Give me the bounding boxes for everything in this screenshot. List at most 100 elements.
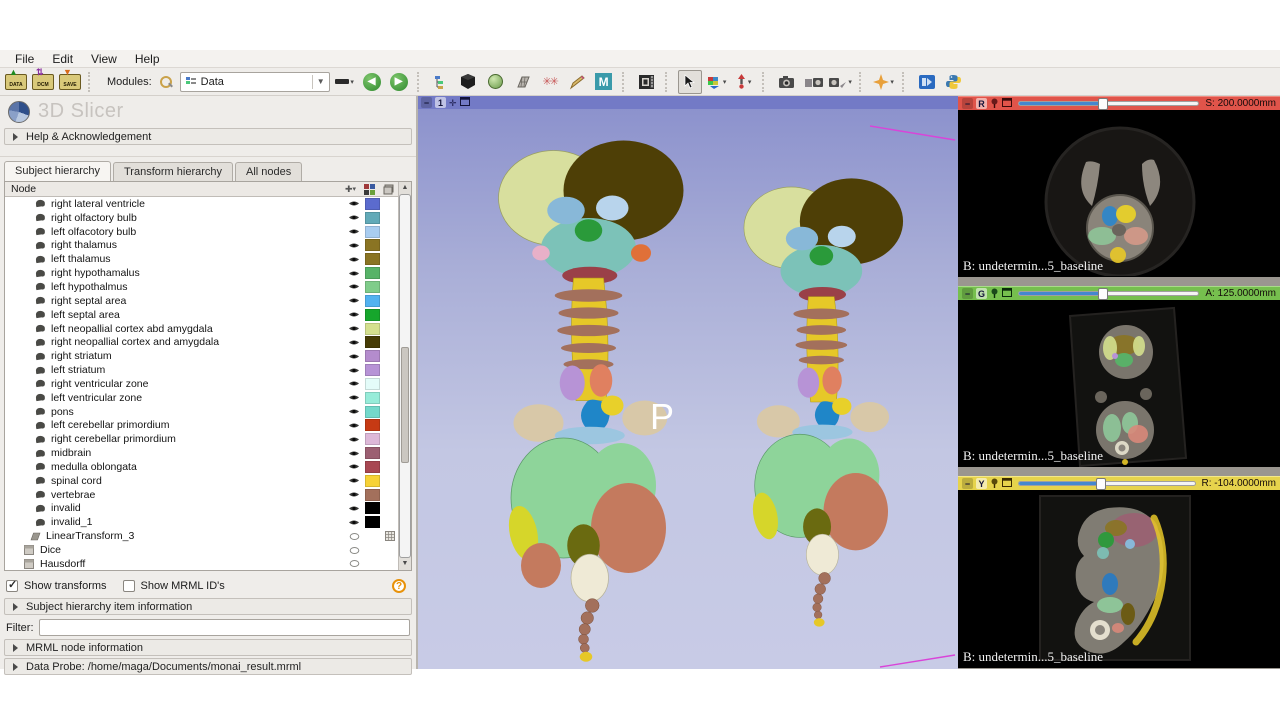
python-console-button[interactable] — [942, 70, 966, 94]
color-swatch[interactable] — [365, 364, 380, 376]
transforms-button[interactable] — [511, 70, 535, 94]
color-swatch[interactable] — [365, 530, 380, 542]
eye-hidden-icon[interactable] — [346, 559, 362, 568]
color-swatch[interactable] — [365, 544, 380, 556]
eye-visible-icon[interactable] — [346, 449, 362, 458]
tree-row[interactable]: pons — [5, 405, 397, 419]
color-swatch[interactable] — [365, 295, 380, 307]
transform-grid-icon[interactable] — [383, 531, 397, 541]
tab-all-nodes[interactable]: All nodes — [235, 162, 302, 181]
collapse-view-button[interactable]: − — [962, 478, 973, 489]
slider-handle[interactable] — [1098, 98, 1108, 110]
subject-hierarchy-button[interactable] — [430, 70, 454, 94]
slider-handle[interactable] — [1096, 478, 1106, 490]
tree-row[interactable]: left hypothalmus — [5, 280, 397, 294]
eye-visible-icon[interactable] — [346, 504, 362, 513]
tree-row[interactable]: left septal area — [5, 308, 397, 322]
yellow-slice-view[interactable]: − Y R: -104.0000mm — [958, 476, 1280, 668]
scroll-down-icon[interactable]: ▼ — [402, 558, 409, 570]
eye-visible-icon[interactable] — [346, 518, 362, 527]
color-swatch[interactable] — [365, 378, 380, 390]
eye-visible-icon[interactable] — [346, 310, 362, 319]
maximize-view-icon[interactable] — [1002, 98, 1012, 109]
eye-visible-icon[interactable] — [346, 393, 362, 402]
menu-help[interactable]: Help — [126, 50, 169, 68]
slice-offset-slider[interactable] — [1018, 291, 1199, 296]
red-slice-view[interactable]: − R S: 200.0000mm — [958, 96, 1280, 277]
color-swatch[interactable] — [365, 502, 380, 514]
scene-view-restore-button[interactable]: ▾ — [829, 70, 853, 94]
tree-row[interactable]: left ventricular zone — [5, 391, 397, 405]
color-swatch[interactable] — [365, 489, 380, 501]
tree-row[interactable]: spinal cord — [5, 474, 397, 488]
dicom-button[interactable]: ⇅DCM — [31, 70, 55, 94]
pin-icon[interactable] — [990, 98, 999, 110]
eye-visible-icon[interactable] — [346, 476, 362, 485]
slice-offset-slider[interactable] — [1018, 101, 1199, 106]
tree-row[interactable]: right cerebellar primordium — [5, 432, 397, 446]
tree-row[interactable]: right lateral ventricle — [5, 197, 397, 211]
insert-node-button[interactable]: ✚▾ — [345, 184, 356, 195]
tree-row[interactable]: left neopallial cortex abd amygdala — [5, 322, 397, 336]
tab-transform-hierarchy[interactable]: Transform hierarchy — [113, 162, 233, 181]
color-swatch[interactable] — [365, 447, 380, 459]
green-slice-view[interactable]: − G A: 125.0000mm — [958, 286, 1280, 467]
tree-row[interactable]: invalid_1 — [5, 515, 397, 529]
eye-visible-icon[interactable] — [346, 282, 362, 291]
red-slice-image[interactable]: B: undetermin...5_baseline — [958, 110, 1280, 277]
embryo-model-left[interactable] — [466, 138, 716, 663]
eye-visible-icon[interactable] — [346, 241, 362, 250]
colors-button[interactable]: ▾ — [705, 70, 729, 94]
scroll-up-icon[interactable]: ▲ — [402, 182, 409, 194]
eye-hidden-icon[interactable] — [346, 532, 362, 541]
show-mrml-ids-checkbox[interactable] — [123, 580, 135, 592]
slice-offset-slider[interactable] — [1018, 481, 1196, 486]
slider-handle[interactable] — [1098, 288, 1108, 300]
eye-visible-icon[interactable] — [346, 352, 362, 361]
eye-visible-icon[interactable] — [346, 338, 362, 347]
color-swatch[interactable] — [365, 461, 380, 473]
markups-button[interactable]: ✳✳ — [538, 70, 562, 94]
color-swatch[interactable] — [365, 558, 380, 570]
color-swatch[interactable] — [365, 516, 380, 528]
data-probe-section[interactable]: Data Probe: /home/maga/Documents/monai_r… — [4, 658, 412, 675]
eye-visible-icon[interactable] — [346, 462, 362, 471]
color-swatch[interactable] — [365, 281, 380, 293]
color-swatch[interactable] — [365, 309, 380, 321]
mouse-mode-button[interactable] — [678, 70, 702, 94]
filter-input[interactable] — [39, 619, 411, 636]
eye-visible-icon[interactable] — [346, 435, 362, 444]
pin-icon[interactable] — [990, 288, 999, 300]
tree-row[interactable]: right septal area — [5, 294, 397, 308]
tree-row[interactable]: left striatum — [5, 363, 397, 377]
eye-visible-icon[interactable] — [346, 269, 362, 278]
pin-icon[interactable]: ✛ — [449, 98, 457, 108]
tree-row[interactable]: right striatum — [5, 349, 397, 363]
color-swatch[interactable] — [365, 212, 380, 224]
eye-visible-icon[interactable] — [346, 407, 362, 416]
tree-row[interactable]: Dice — [5, 543, 397, 557]
tree-row[interactable]: LinearTransform_3 — [5, 529, 397, 543]
color-swatch[interactable] — [365, 323, 380, 335]
annotations-button[interactable] — [565, 70, 589, 94]
tree-row[interactable]: vertebrae — [5, 488, 397, 502]
scrollbar-thumb[interactable] — [401, 347, 409, 463]
color-swatch[interactable] — [365, 226, 380, 238]
show-transforms-checkbox[interactable] — [6, 580, 18, 592]
color-swatch[interactable] — [365, 267, 380, 279]
color-swatch[interactable] — [365, 253, 380, 265]
modules-dropdown[interactable]: Data ▼ — [180, 72, 330, 92]
tree-row[interactable]: right thalamus — [5, 239, 397, 253]
maximize-view-icon[interactable] — [460, 97, 470, 108]
module-back-button[interactable]: ◀ — [360, 70, 384, 94]
module-search-icon[interactable] — [159, 75, 173, 89]
eye-hidden-icon[interactable] — [346, 546, 362, 555]
tree-row[interactable]: left cerebellar primordium — [5, 419, 397, 433]
help-acknowledgement-section[interactable]: Help & Acknowledgement — [4, 128, 412, 145]
threed-view[interactable]: − 1 ✛ — [418, 96, 958, 669]
color-swatch[interactable] — [365, 198, 380, 210]
tree-row[interactable]: right olfactory bulb — [5, 211, 397, 225]
extensions-manager-button[interactable] — [915, 70, 939, 94]
save-button[interactable]: ▼SAVE — [58, 70, 82, 94]
layout-button[interactable]: ▾ — [333, 70, 357, 94]
